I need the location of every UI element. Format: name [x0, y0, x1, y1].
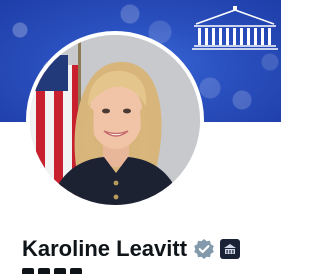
verified-check-icon[interactable] — [193, 238, 215, 260]
white-house-icon — [192, 6, 278, 50]
avatar[interactable] — [30, 35, 200, 205]
profile-photo — [30, 35, 200, 205]
profile-name-row: Karoline Leavitt — [22, 232, 241, 266]
white-house-affiliate-icon[interactable] — [220, 239, 241, 259]
cropped-text-line — [22, 266, 82, 274]
display-name: Karoline Leavitt — [22, 236, 188, 261]
